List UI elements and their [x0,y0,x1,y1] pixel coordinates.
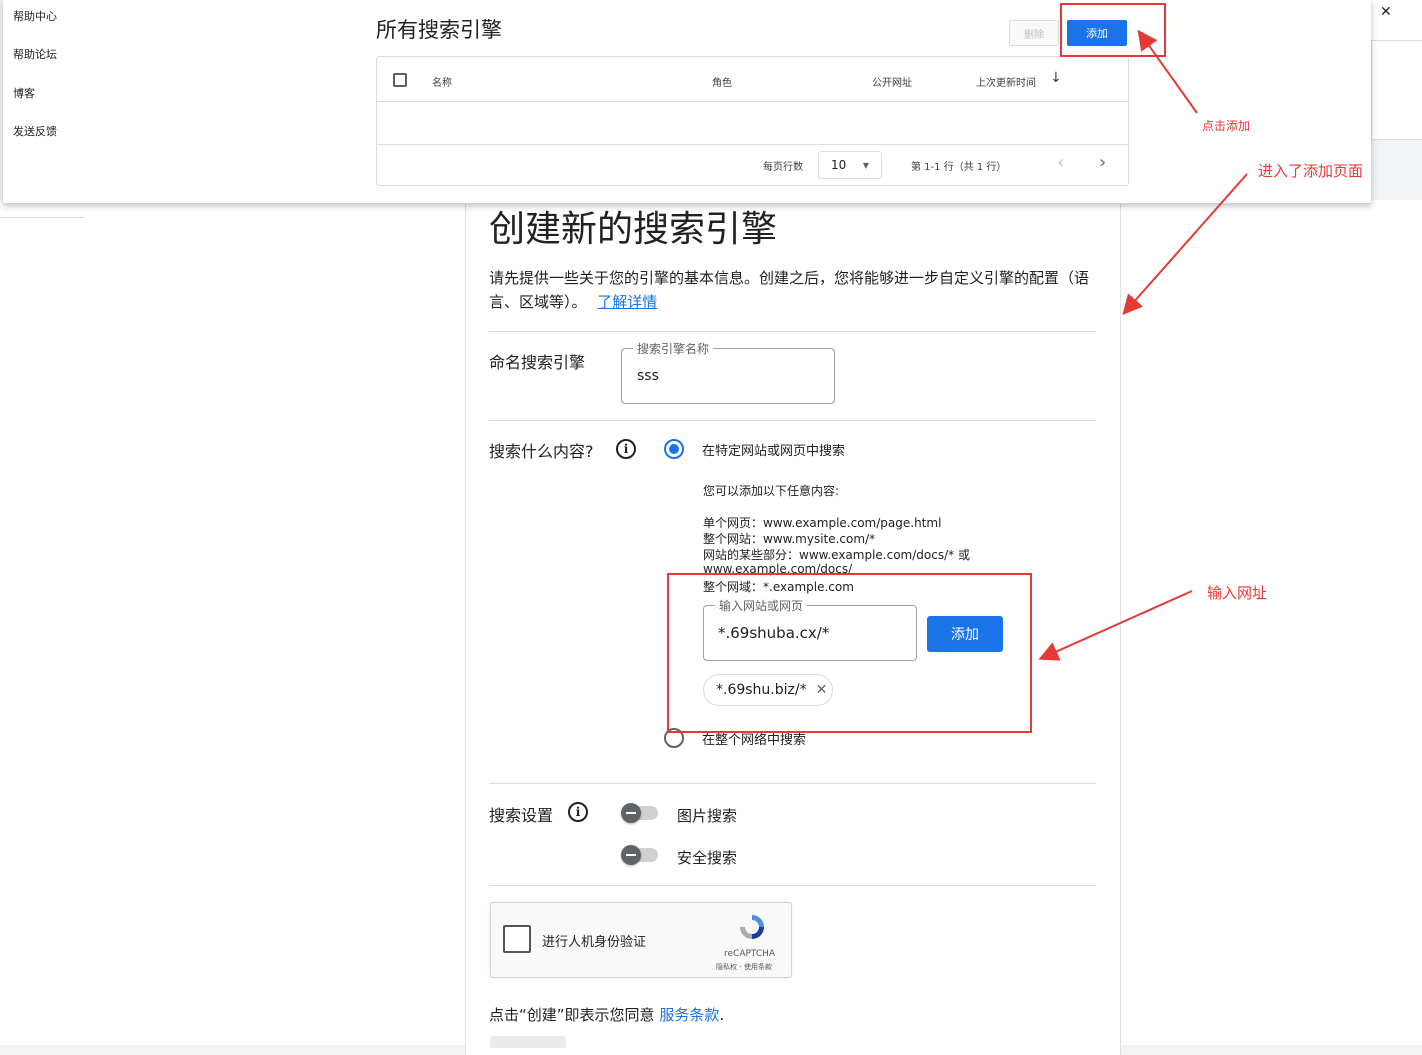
annotation-arrows [1038,29,1248,661]
